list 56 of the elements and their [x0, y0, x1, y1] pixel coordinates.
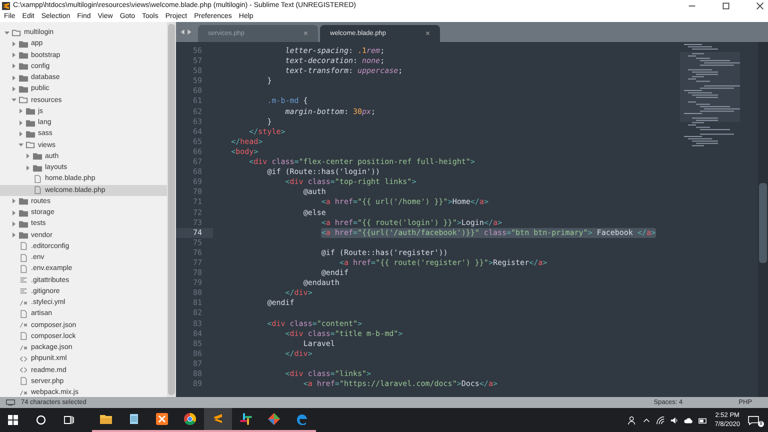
- caret-right-icon[interactable]: [11, 232, 17, 238]
- people-icon[interactable]: [628, 416, 637, 424]
- cross-logo-icon: [156, 413, 168, 425]
- notepad-icon: [128, 413, 140, 425]
- tab-close-button[interactable]: ×: [425, 29, 430, 38]
- open-folder-icon: [26, 141, 35, 150]
- caret-down-icon[interactable]: [11, 97, 17, 104]
- task-view-icon[interactable]: [64, 415, 74, 425]
- angle-brackets-icon: [19, 366, 28, 374]
- caret-right-icon[interactable]: [18, 108, 24, 114]
- open-folder-icon: [19, 96, 28, 104]
- wifi-icon[interactable]: [656, 416, 665, 424]
- stripes-logo-icon: [212, 413, 224, 425]
- caret-right-icon[interactable]: [11, 52, 17, 58]
- start-windows-icon[interactable]: [8, 415, 18, 425]
- caret-right-icon[interactable]: [11, 74, 17, 81]
- app-logo-icon: [2, 2, 10, 10]
- monitor-icon[interactable]: [6, 399, 15, 406]
- search-icon[interactable]: [36, 415, 46, 425]
- caret-right-icon[interactable]: [11, 198, 17, 204]
- angle-brackets-icon: [19, 354, 28, 363]
- circle-logo-icon: [184, 413, 196, 425]
- caret-right-icon[interactable]: [18, 130, 24, 137]
- volume-icon[interactable]: [670, 416, 679, 424]
- caret-right-icon[interactable]: [11, 86, 17, 92]
- text-lines-icon: [19, 287, 28, 296]
- sidebar-scrollbar[interactable]: [167, 22, 176, 397]
- text-lines-icon: [19, 276, 28, 284]
- caret-right-icon[interactable]: [25, 153, 31, 160]
- comment-slash-icon: [19, 388, 28, 397]
- caret-right-icon[interactable]: [18, 120, 24, 126]
- tab-arrows-icon[interactable]: [180, 29, 192, 35]
- editor-scrollbar[interactable]: [758, 42, 768, 397]
- close-icon[interactable]: [756, 2, 764, 10]
- caret-right-icon[interactable]: [11, 210, 17, 216]
- caret-right-icon[interactable]: [11, 63, 17, 70]
- file-icon: [19, 377, 28, 386]
- caret-right-icon[interactable]: [25, 164, 31, 171]
- maximize-icon[interactable]: [722, 2, 730, 10]
- caret-right-icon[interactable]: [11, 40, 17, 47]
- network-icon[interactable]: [698, 416, 707, 424]
- diamond-logo-icon: [268, 413, 280, 425]
- cloud-icon[interactable]: [684, 416, 693, 424]
- caret-right-icon[interactable]: [11, 220, 17, 227]
- swirl-logo-icon: [296, 413, 308, 425]
- file-icon: [19, 332, 28, 340]
- open-folder-icon: [12, 28, 21, 37]
- caret-down-icon[interactable]: [18, 142, 24, 148]
- comment-slash-icon: [19, 321, 28, 330]
- caret-down-icon[interactable]: [4, 30, 10, 36]
- file-icon: [19, 310, 28, 318]
- comment-slash-icon: [19, 344, 28, 352]
- comment-slash-icon: [19, 298, 28, 307]
- speech-bubble-icon: [748, 416, 759, 424]
- folder-icon: [100, 413, 112, 425]
- hash-logo-icon: [240, 413, 252, 425]
